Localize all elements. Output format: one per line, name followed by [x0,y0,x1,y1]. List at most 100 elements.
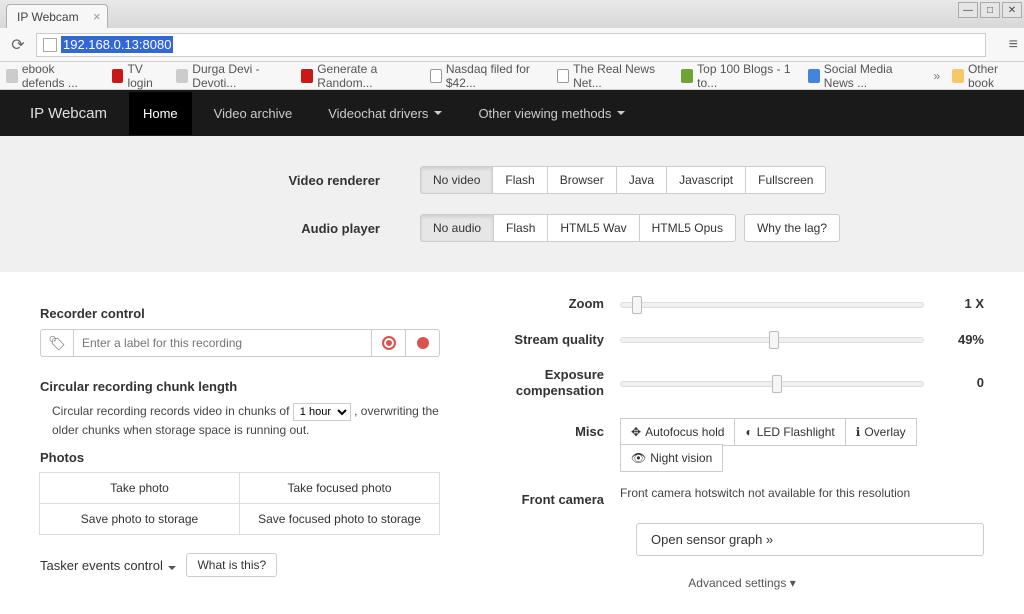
url-text: 192.168.0.13:8080 [61,36,173,53]
nav-other-viewing[interactable]: Other viewing methods [464,92,639,135]
save-focused-photo-button[interactable]: Save focused photo to storage [239,503,440,535]
tab-title: IP Webcam [17,10,79,24]
exposure-slider[interactable] [620,378,924,388]
url-input[interactable]: 192.168.0.13:8080 [36,33,986,57]
recorder-heading: Recorder control [40,306,440,321]
bookmarks-bar: ebook defends ... TV login Durga Devi - … [0,62,1024,90]
video-renderer-label: Video renderer [0,173,420,188]
maximize-button[interactable]: □ [980,2,1000,18]
night-vision-button[interactable]: 👁Night vision [620,444,723,472]
photos-heading: Photos [40,450,440,465]
audio-option[interactable]: Flash [493,214,548,242]
favicon-icon [681,69,693,83]
overlay-button[interactable]: ℹOverlay [845,418,917,446]
nav-videochat-drivers[interactable]: Videochat drivers [314,92,456,135]
record-alt-button[interactable] [406,329,440,357]
circular-description: Circular recording records video in chun… [52,402,440,440]
audio-option[interactable]: HTML5 Wav [547,214,639,242]
autofocus-button[interactable]: ✥Autofocus hold [620,418,735,446]
favicon-icon [808,69,820,83]
bookmark-item[interactable]: Social Media News ... [808,62,922,90]
favicon-icon [430,69,442,83]
zoom-slider[interactable] [620,299,924,309]
front-camera-label: Front camera [500,486,620,507]
move-icon: ✥ [631,425,641,439]
renderer-option[interactable]: Java [616,166,667,194]
bookmark-item[interactable]: ebook defends ... [6,62,100,90]
nav-home[interactable]: Home [129,92,192,135]
recording-label-input[interactable] [74,329,372,357]
bookmark-item[interactable]: Nasdaq filed for $42... [430,62,545,90]
bookmarks-more[interactable]: » [933,69,940,83]
record-button[interactable] [372,329,406,357]
tasker-label: Tasker events control [40,558,176,573]
renderer-option[interactable]: Flash [492,166,547,194]
exposure-label: Exposure compensation [500,367,620,398]
flashlight-button[interactable]: ◐LED Flashlight [734,418,845,446]
take-photo-button[interactable]: Take photo [39,472,240,504]
brand: IP Webcam [30,105,121,122]
browser-tab[interactable]: IP Webcam × [6,4,108,28]
renderer-option[interactable]: No video [420,166,493,194]
slider-thumb[interactable] [772,375,782,393]
bookmark-item[interactable]: Generate a Random... [301,62,417,90]
page-icon [43,38,57,52]
slider-thumb[interactable] [632,296,642,314]
renderer-option[interactable]: Browser [547,166,617,194]
tag-icon[interactable]: 🏷 [40,329,74,357]
what-is-this-button[interactable]: What is this? [186,553,277,577]
menu-icon[interactable]: ≡ [1009,36,1018,54]
audio-option[interactable]: No audio [420,214,494,242]
chevron-down-icon [617,111,625,115]
video-renderer-group: No video Flash Browser Java Javascript F… [420,166,826,194]
record-dot-icon [417,337,429,349]
other-bookmarks[interactable]: Other book [952,62,1018,90]
quality-label: Stream quality [500,332,620,348]
advanced-settings-toggle[interactable]: Advanced settings ▾ [500,576,984,590]
exposure-value: 0 [924,375,984,390]
favicon-icon [301,69,313,83]
lower-content: Recorder control 🏷 Circular recording ch… [0,272,1024,614]
nav-video-archive[interactable]: Video archive [200,92,307,135]
zoom-value: 1 X [924,296,984,311]
minimize-button[interactable]: — [958,2,978,18]
open-sensor-graph-button[interactable]: Open sensor graph » [636,523,984,556]
folder-icon [952,69,964,83]
chevron-down-icon [168,566,176,570]
bookmark-item[interactable]: Top 100 Blogs - 1 to... [681,62,796,90]
quality-slider[interactable] [620,334,924,344]
renderer-option[interactable]: Javascript [666,166,746,194]
audio-player-label: Audio player [0,221,420,236]
chevron-down-icon: ▾ [790,576,796,590]
bookmark-item[interactable]: The Real News Net... [557,62,669,90]
misc-label: Misc [500,418,620,439]
why-lag-button[interactable]: Why the lag? [744,214,840,242]
contrast-icon: ◐ [745,425,752,439]
url-bar-row: ⟳ 192.168.0.13:8080 ≡ [0,28,1024,62]
reload-icon[interactable]: ⟳ [6,33,30,57]
favicon-icon [112,69,124,83]
audio-player-group: No audio Flash HTML5 Wav HTML5 Opus [420,214,736,242]
audio-option[interactable]: HTML5 Opus [639,214,736,242]
take-focused-photo-button[interactable]: Take focused photo [239,472,440,504]
browser-titlebar: IP Webcam × — □ ✕ [0,0,1024,28]
eye-icon: 👁 [631,451,646,465]
favicon-icon [557,69,569,83]
app-navbar: IP Webcam Home Video archive Videochat d… [0,90,1024,136]
slider-thumb[interactable] [769,331,779,349]
info-icon: ℹ [856,425,861,439]
save-photo-button[interactable]: Save photo to storage [39,503,240,535]
left-column: Recorder control 🏷 Circular recording ch… [40,296,440,590]
chunk-length-select[interactable]: 1 hour [293,403,351,421]
record-icon [382,336,396,350]
renderer-option[interactable]: Fullscreen [745,166,826,194]
close-icon[interactable]: × [93,9,101,24]
zoom-label: Zoom [500,296,620,312]
favicon-icon [176,69,188,83]
photo-grid: Take photo Take focused photo Save photo… [40,473,440,535]
close-button[interactable]: ✕ [1002,2,1022,18]
favicon-icon [6,69,18,83]
upper-content: Video renderer No video Flash Browser Ja… [0,136,1024,272]
bookmark-item[interactable]: TV login [112,62,165,90]
bookmark-item[interactable]: Durga Devi - Devoti... [176,62,289,90]
